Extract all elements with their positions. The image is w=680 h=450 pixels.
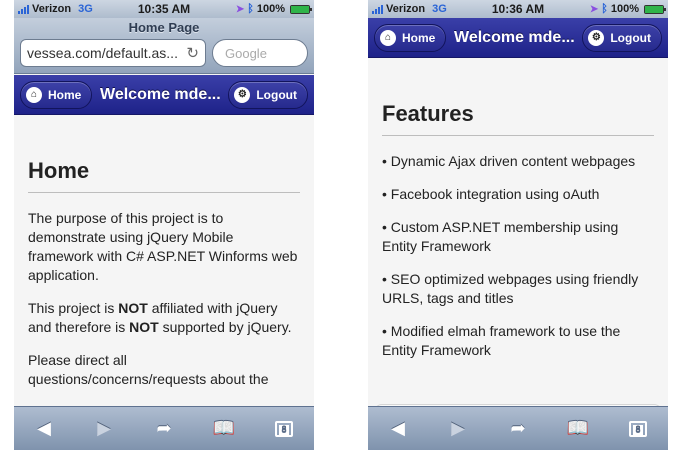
tabs-button[interactable]: 8 xyxy=(266,414,302,444)
reload-icon[interactable]: ↻ xyxy=(186,44,199,62)
header-title: Welcome mde... xyxy=(454,28,575,46)
search-field[interactable]: Google xyxy=(212,39,308,67)
bold-not: NOT xyxy=(129,319,159,335)
content-paragraph: The purpose of this project is to demons… xyxy=(28,210,298,283)
bluetooth-icon: ᛒ xyxy=(247,3,254,15)
back-icon[interactable]: ◀ xyxy=(380,414,416,444)
logout-button-label: Logout xyxy=(256,87,297,102)
network-type: 3G xyxy=(432,3,447,15)
content-paragraph: Please direct all questions/concerns/req… xyxy=(28,352,269,387)
bookmarks-icon[interactable]: 📖 xyxy=(560,414,596,444)
share-icon[interactable]: ➦ xyxy=(146,414,182,444)
battery-icon xyxy=(644,4,666,14)
page-heading: Home Page xyxy=(128,20,200,35)
status-bar: Verizon 3G 10:35 AM ➤ ᛒ 100% xyxy=(14,0,314,18)
feature-item: • Facebook integration using oAuth xyxy=(382,186,600,202)
url-field[interactable]: vessea.com/default.as... ↻ xyxy=(20,39,206,67)
page-content: Features • Dynamic Ajax driven content w… xyxy=(368,59,668,424)
feature-item: • SEO optimized webpages using friendly … xyxy=(382,271,639,306)
battery-icon xyxy=(290,4,312,14)
app-header: ⌂ Home Welcome mde... ⚙ Logout xyxy=(368,18,668,58)
feature-item: • Dynamic Ajax driven content webpages xyxy=(382,153,636,169)
safari-toolbar: ◀ ▶ ➦ 📖 8 xyxy=(14,406,314,450)
forward-icon[interactable]: ▶ xyxy=(86,414,122,444)
home-button-label: Home xyxy=(402,30,436,45)
home-button-label: Home xyxy=(48,87,82,102)
url-text: vessea.com/default.as... xyxy=(27,45,178,61)
home-button[interactable]: ⌂ Home xyxy=(374,23,447,52)
home-button[interactable]: ⌂ Home xyxy=(20,80,93,109)
signal-icon xyxy=(18,4,29,14)
content-paragraph-disclaimer: This project is NOT affiliated with jQue… xyxy=(28,299,300,337)
status-bar: Verizon 3G 10:36 AM ➤ ᛒ 100% xyxy=(368,0,668,18)
gear-icon: ⚙ xyxy=(588,29,605,46)
page-content: Home The purpose of this project is to d… xyxy=(14,116,314,406)
bookmarks-icon[interactable]: 📖 xyxy=(206,414,242,444)
bold-not: NOT xyxy=(118,300,148,316)
header-title: Welcome mde... xyxy=(100,85,221,103)
tab-count: 8 xyxy=(279,424,289,435)
logout-button[interactable]: ⚙ Logout xyxy=(228,80,308,109)
page-title: Home xyxy=(28,158,300,193)
feature-item: • Modified elmah framework to use the En… xyxy=(382,323,621,358)
phone-screen-home: Verizon 3G 10:35 AM ➤ ᛒ 100% Home Page v… xyxy=(14,0,314,450)
bluetooth-icon: ᛒ xyxy=(601,3,608,15)
feature-item: • Custom ASP.NET membership using Entity… xyxy=(382,219,619,254)
carrier-name: Verizon xyxy=(386,3,426,15)
location-icon: ➤ xyxy=(235,3,245,15)
share-icon[interactable]: ➦ xyxy=(500,414,536,444)
home-icon: ⌂ xyxy=(26,86,42,103)
tabs-button[interactable]: 8 xyxy=(620,414,656,444)
page-title: Features xyxy=(382,101,654,136)
text-segment: This project is xyxy=(28,300,119,316)
search-placeholder: Google xyxy=(225,46,267,61)
signal-icon xyxy=(372,4,383,14)
app-header: ⌂ Home Welcome mde... ⚙ Logout xyxy=(14,75,314,115)
tab-count: 8 xyxy=(633,424,643,435)
tabs-icon: 8 xyxy=(629,420,647,437)
battery-percent: 100% xyxy=(610,3,639,15)
forward-icon[interactable]: ▶ xyxy=(440,414,476,444)
safari-toolbar: ◀ ▶ ➦ 📖 8 xyxy=(368,406,668,450)
gear-icon: ⚙ xyxy=(234,86,251,103)
location-icon: ➤ xyxy=(589,3,599,15)
back-icon[interactable]: ◀ xyxy=(26,414,62,444)
logout-button-label: Logout xyxy=(610,30,651,45)
home-icon: ⌂ xyxy=(380,29,396,46)
tabs-icon: 8 xyxy=(275,420,293,437)
network-type: 3G xyxy=(78,3,93,15)
carrier-name: Verizon xyxy=(32,3,72,15)
safari-address-bar: Home Page vessea.com/default.as... ↻ Goo… xyxy=(14,18,314,74)
text-segment: supported by jQuery. xyxy=(158,319,292,335)
logout-button[interactable]: ⚙ Logout xyxy=(582,23,662,52)
battery-percent: 100% xyxy=(256,3,285,15)
phone-screen-features: Verizon 3G 10:36 AM ➤ ᛒ 100% ⌂ Home Welc… xyxy=(368,0,668,450)
